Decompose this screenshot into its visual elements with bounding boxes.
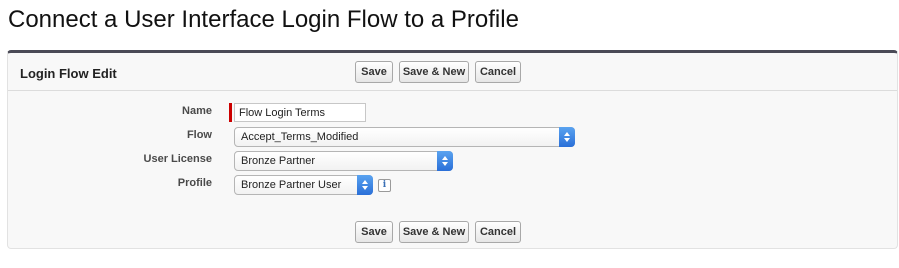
save-button[interactable]: Save — [355, 61, 393, 83]
flow-select-value: Accept_Terms_Modified — [241, 131, 359, 143]
page-title: Connect a User Interface Login Flow to a… — [8, 6, 519, 33]
profile-select-value: Bronze Partner User — [241, 179, 342, 191]
save-and-new-button[interactable]: Save & New — [399, 221, 469, 243]
flow-label: Flow — [186, 129, 212, 141]
user-license-field-wrap: Bronze Partner — [229, 151, 453, 171]
profile-label: Profile — [177, 177, 212, 189]
name-label: Name — [182, 105, 212, 117]
panel-title: Login Flow Edit — [20, 66, 117, 81]
flow-row: Flow Accept_Terms_Modified — [8, 127, 897, 147]
user-license-row: User License Bronze Partner — [8, 151, 897, 171]
save-and-new-button[interactable]: Save & New — [399, 61, 469, 83]
profile-row: Profile Bronze Partner User i — [8, 175, 897, 195]
top-button-row: Save Save & New Cancel — [355, 61, 521, 83]
user-license-select-value: Bronze Partner — [241, 155, 315, 167]
user-license-select[interactable]: Bronze Partner — [234, 151, 453, 171]
up-down-chevron-icon — [437, 151, 453, 171]
profile-select[interactable]: Bronze Partner User — [234, 175, 373, 195]
info-icon[interactable]: i — [378, 178, 391, 192]
cancel-button[interactable]: Cancel — [475, 221, 521, 243]
flow-select[interactable]: Accept_Terms_Modified — [234, 127, 575, 147]
name-input[interactable] — [234, 103, 366, 122]
bottom-button-row: Save Save & New Cancel — [355, 221, 521, 243]
name-field-wrap — [229, 103, 366, 122]
required-indicator — [229, 103, 232, 122]
profile-field-wrap: Bronze Partner User i — [229, 175, 391, 195]
flow-field-wrap: Accept_Terms_Modified — [229, 127, 575, 147]
save-button[interactable]: Save — [355, 221, 393, 243]
panel-header: Login Flow Edit Save Save & New Cancel — [8, 53, 897, 91]
name-row: Name — [8, 103, 897, 123]
name-input-wrap — [229, 103, 366, 122]
cancel-button[interactable]: Cancel — [475, 61, 521, 83]
up-down-chevron-icon — [559, 127, 575, 147]
user-license-label: User License — [143, 153, 212, 165]
up-down-chevron-icon — [357, 175, 373, 195]
login-flow-edit-panel: Login Flow Edit Save Save & New Cancel N… — [7, 50, 898, 249]
